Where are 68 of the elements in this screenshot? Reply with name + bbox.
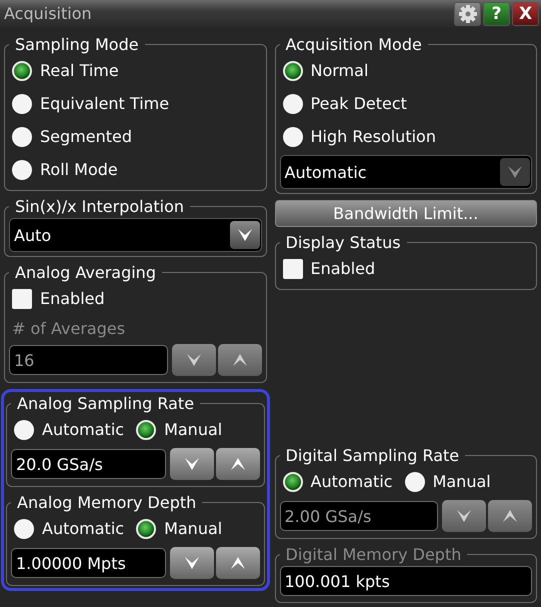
radio-button[interactable] xyxy=(282,472,302,492)
chevron-down-icon xyxy=(184,556,200,570)
radio-label: Roll Mode xyxy=(40,160,118,179)
radio-label: Automatic xyxy=(310,472,393,491)
radio-label: Automatic xyxy=(42,420,124,439)
increment-button[interactable] xyxy=(216,448,260,480)
decrement-button[interactable] xyxy=(170,448,214,480)
checkbox[interactable] xyxy=(12,288,32,308)
radio-button[interactable] xyxy=(282,94,302,114)
chevron-up-icon xyxy=(502,509,518,523)
window-title: Acquisition xyxy=(4,4,92,23)
group-title: Analog Averaging xyxy=(14,263,157,282)
help-button[interactable]: ? xyxy=(483,2,510,26)
radio-label: High Resolution xyxy=(310,127,436,146)
increment-button[interactable] xyxy=(216,547,260,579)
chevron-down-icon xyxy=(507,165,523,179)
radio-button[interactable] xyxy=(282,126,302,146)
chevron-up-icon xyxy=(230,556,246,570)
radio-button[interactable] xyxy=(12,126,32,146)
radio-button[interactable] xyxy=(12,60,32,80)
radio-button[interactable] xyxy=(404,472,425,492)
radio-button[interactable] xyxy=(12,160,32,180)
close-button[interactable]: X xyxy=(512,2,539,26)
radio-label: Manual xyxy=(432,472,491,491)
radio-button[interactable] xyxy=(14,420,34,440)
group-title: Digital Sampling Rate xyxy=(284,446,460,465)
chevron-up-icon xyxy=(230,457,246,471)
group-title: Sampling Mode xyxy=(14,35,140,54)
radio-label: Segmented xyxy=(40,127,132,146)
checkbox[interactable] xyxy=(282,258,302,278)
radio-button[interactable] xyxy=(12,94,32,114)
checkbox-label: Enabled xyxy=(310,259,376,278)
dropdown-value: Automatic xyxy=(284,162,367,182)
dropdown-value: Auto xyxy=(14,226,52,244)
radio-button[interactable] xyxy=(136,518,156,538)
group-title: Sin(x)/x Interpolation xyxy=(14,197,186,216)
group-title: Display Status xyxy=(284,233,402,252)
input-field[interactable]: 20.0 GSa/s xyxy=(11,449,166,479)
group-title: Analog Sampling Rate xyxy=(16,394,196,413)
chevron-down-icon xyxy=(184,457,200,471)
group-title: Acquisition Mode xyxy=(284,35,423,54)
input-field[interactable]: 1.00000 Mpts xyxy=(11,548,166,578)
chevron-down-icon xyxy=(186,353,202,367)
decrement-button[interactable] xyxy=(172,344,216,376)
group-title: Analog Memory Depth xyxy=(16,493,198,512)
radio-label: Peak Detect xyxy=(310,94,407,113)
radio-button[interactable] xyxy=(14,518,34,538)
radio-label: Real Time xyxy=(40,61,119,80)
group-title: Digital Memory Depth xyxy=(284,545,462,564)
settings-button[interactable] xyxy=(454,2,481,26)
radio-label: Manual xyxy=(164,420,222,439)
radio-button[interactable] xyxy=(282,60,302,80)
increment-button[interactable] xyxy=(218,344,262,376)
checkbox-label: Enabled xyxy=(40,289,105,308)
gear-icon xyxy=(458,4,478,24)
radio-button[interactable] xyxy=(136,420,156,440)
dropdown-button[interactable] xyxy=(230,221,260,249)
decrement-button[interactable] xyxy=(170,547,214,579)
chevron-down-icon xyxy=(456,509,472,523)
bandwidth-limit-button[interactable]: Bandwidth Limit... xyxy=(274,200,537,227)
radio-label: Manual xyxy=(164,519,222,538)
radio-label: Equivalent Time xyxy=(40,94,170,113)
chevron-down-icon xyxy=(236,228,252,242)
dropdown[interactable]: Auto xyxy=(9,218,262,252)
field-caption: # of Averages xyxy=(11,318,126,340)
chevron-up-icon xyxy=(232,353,248,367)
radio-label: Automatic xyxy=(42,519,124,538)
radio-label: Normal xyxy=(310,61,368,80)
